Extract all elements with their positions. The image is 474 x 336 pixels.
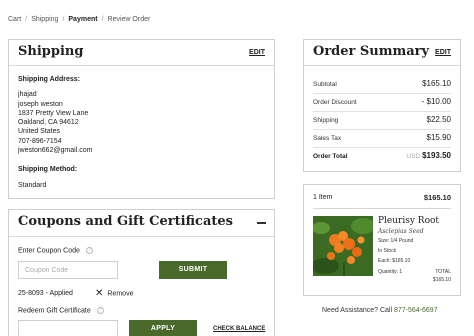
coupons-header: Coupons and Gift Certificates <box>9 210 274 237</box>
summary-row-subtotal: Subtotal $165.10 <box>313 76 451 94</box>
coupons-panel: Coupons and Gift Certificates Enter Coup… <box>8 209 275 336</box>
close-icon: ✕ <box>95 288 104 299</box>
assistance-text: Need Assistance? Call 877-564-6697 <box>322 307 438 314</box>
items-amount: $165.10 <box>423 193 451 202</box>
summary-value: $15.90 <box>426 133 451 142</box>
product-size: Size: 1/4 Pound <box>378 238 414 244</box>
address-line: Oakland, CA 94612 <box>18 119 79 127</box>
summary-value: $165.10 <box>422 79 451 88</box>
summary-label: Order Discount <box>313 99 357 106</box>
applied-coupon-text: 25-8093 - Applied <box>18 290 73 297</box>
currency-code: USD <box>406 153 421 160</box>
summary-value: $22.50 <box>426 115 451 124</box>
shipping-edit-link[interactable]: EDIT <box>249 49 265 56</box>
milkweed-flower-image <box>313 216 373 276</box>
address-line: 707-896-7154 <box>18 137 62 145</box>
breadcrumb-cart[interactable]: Cart <box>8 16 21 23</box>
address-line: jweston662@gmail.com <box>18 147 93 155</box>
assistance-label: Need Assistance? Call <box>322 307 393 314</box>
order-summary-edit-link[interactable]: EDIT <box>435 49 451 56</box>
breadcrumb-payment: Payment <box>68 16 98 23</box>
order-summary-header: Order Summary EDIT <box>304 40 460 66</box>
breadcrumb-shipping[interactable]: Shipping <box>31 16 58 23</box>
product-stock-status: In Stock <box>378 248 397 254</box>
gift-certificate-label: Redeem Gift Certificate? <box>18 307 104 314</box>
address-line: joseph weston <box>18 100 63 108</box>
product-latin-name: Asclepias Seed <box>378 228 424 235</box>
coupon-code-label: Enter Coupon Code? <box>18 247 93 254</box>
summary-row-shipping: Shipping $22.50 <box>313 112 451 130</box>
product-each-price: Each: $165.10 <box>378 258 411 264</box>
shipping-header: Shipping EDIT <box>9 40 274 66</box>
product-total-label: TOTAL <box>435 269 451 275</box>
gift-certificate-label-text: Redeem Gift Certificate <box>18 307 91 315</box>
summary-row-discount: Order Discount - $10.00 <box>313 94 451 112</box>
coupons-title: Coupons and Gift Certificates <box>18 214 233 229</box>
shipping-panel: Shipping EDIT Shipping Address: jhajad j… <box>8 39 275 199</box>
apply-gift-button[interactable]: APPLY <box>129 320 197 336</box>
summary-label: Subtotal <box>313 81 337 88</box>
shipping-address-label: Shipping Address: <box>18 76 80 83</box>
items-header: 1 Item $165.10 <box>313 185 451 209</box>
coupon-code-label-text: Enter Coupon Code <box>18 247 80 255</box>
breadcrumb: Cart / Shipping / Payment / Review Order <box>8 16 150 23</box>
order-summary-title: Order Summary <box>313 44 430 59</box>
order-total-label: Order Total <box>313 153 348 160</box>
breadcrumb-separator: / <box>62 16 65 23</box>
summary-row-order-total: Order Total USD $193.50 <box>313 148 451 166</box>
info-icon[interactable]: ? <box>96 307 104 314</box>
breadcrumb-separator: / <box>25 16 28 23</box>
product-total-value: $165.10 <box>432 277 451 283</box>
breadcrumb-review-order: Review Order <box>107 16 151 23</box>
summary-row-sales-tax: Sales Tax $15.90 <box>313 130 451 148</box>
product-quantity: Quantity: 1 <box>378 269 403 275</box>
summary-label: Shipping <box>313 117 339 124</box>
order-total-value: USD $193.50 <box>406 151 451 160</box>
shipping-method-value: Standard <box>18 181 47 189</box>
product-image[interactable] <box>313 216 373 276</box>
shipping-details: Shipping Address: jhajad joseph weston 1… <box>18 75 92 190</box>
remove-label: Remove <box>107 290 134 298</box>
info-icon[interactable]: ? <box>85 247 93 254</box>
order-total-amount: $193.50 <box>422 151 451 160</box>
summary-value: - $10.00 <box>421 97 451 106</box>
address-line: jhajad <box>18 91 37 99</box>
order-summary-panel: Order Summary EDIT Subtotal $165.10 Orde… <box>303 39 461 172</box>
item-count: 1 Item <box>313 194 333 201</box>
product-name[interactable]: Pleurisy Root <box>378 216 439 226</box>
check-balance-link[interactable]: CHECK BALANCE <box>213 326 265 332</box>
summary-label: Sales Tax <box>313 135 342 142</box>
shipping-method-label: Shipping Method: <box>18 166 78 174</box>
address-line: 1837 Pretty View Lane <box>18 109 89 117</box>
remove-coupon-button[interactable]: ✕ Remove <box>95 288 133 299</box>
assistance-phone-link[interactable]: 877-564-6697 <box>394 307 438 314</box>
cart-items-panel: 1 Item $165.10 Pleurisy Root Asclepias S… <box>303 184 461 296</box>
breadcrumb-separator: / <box>101 16 104 23</box>
shipping-title: Shipping <box>18 44 84 59</box>
gift-certificate-input[interactable] <box>18 320 118 336</box>
address-line: United States <box>18 128 61 136</box>
submit-coupon-button[interactable]: SUBMIT <box>159 261 227 279</box>
coupon-code-input[interactable] <box>18 261 118 279</box>
collapse-minus-icon[interactable] <box>257 222 266 224</box>
